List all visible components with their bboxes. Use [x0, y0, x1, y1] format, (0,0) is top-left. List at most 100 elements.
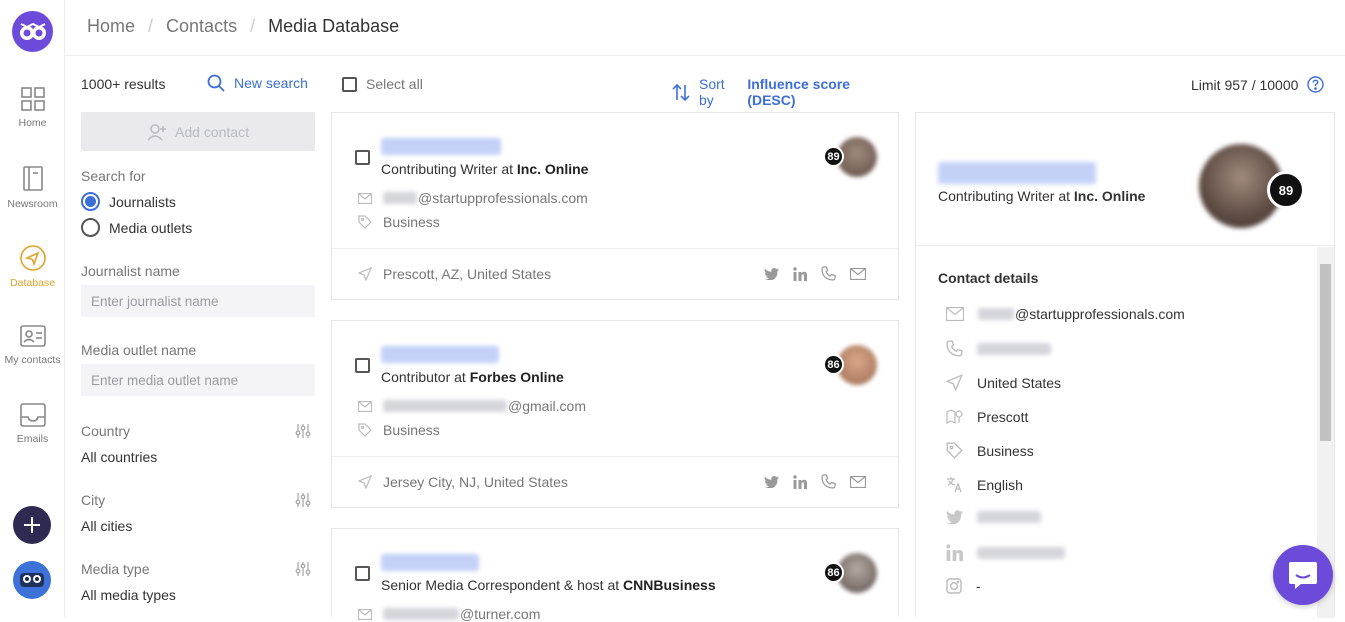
- media-outlet-label: Media outlet name: [81, 342, 197, 358]
- country-value[interactable]: All countries: [81, 449, 157, 465]
- tag-icon: [358, 215, 372, 229]
- nav-item-label: Emails: [16, 433, 49, 445]
- nav-item-home[interactable]: Home: [0, 86, 65, 129]
- detail-city: Prescott: [946, 408, 1028, 425]
- add-button[interactable]: [13, 506, 51, 544]
- city-label: City: [81, 492, 106, 508]
- detail-twitter[interactable]: [946, 510, 1042, 524]
- twitter-icon: [946, 510, 963, 524]
- radio-media-outlets[interactable]: Media outlets: [81, 218, 192, 237]
- contact-role: Contributing Writer at Inc. Online: [381, 161, 589, 177]
- top-bar: Home / Contacts / Media Database: [65, 0, 1345, 56]
- redacted-text: [383, 192, 417, 204]
- scrollbar-thumb[interactable]: [1320, 264, 1331, 441]
- chat-widget-button[interactable]: [1273, 545, 1333, 605]
- mail-icon: [358, 400, 372, 412]
- media-outlet-input[interactable]: [81, 364, 315, 396]
- sort-arrows-icon: [672, 83, 690, 101]
- detail-email[interactable]: @startupprofessionals.com: [946, 306, 1185, 322]
- search-for-label: Search for: [81, 168, 146, 184]
- contact-name-redacted[interactable]: [381, 554, 479, 571]
- contact-card[interactable]: Senior Media Correspondent & host at CNN…: [331, 528, 899, 622]
- filter-settings-icon[interactable]: [295, 561, 311, 577]
- mail-icon[interactable]: [850, 267, 866, 280]
- contact-role: Contributor at Forbes Online: [381, 369, 564, 385]
- inbox-icon: [19, 403, 46, 427]
- detail-role: Contributing Writer at Inc. Online: [938, 188, 1146, 204]
- city-value[interactable]: All cities: [81, 518, 132, 534]
- add-contact-button[interactable]: Add contact: [81, 112, 315, 151]
- nav-item-label: Home: [18, 117, 47, 129]
- radio-journalists[interactable]: Journalists: [81, 192, 176, 211]
- journalist-name-label: Journalist name: [81, 263, 180, 279]
- radio-label: Journalists: [109, 193, 176, 210]
- assistant-bot-icon[interactable]: [13, 561, 51, 599]
- phone-icon[interactable]: [821, 474, 836, 489]
- breadcrumb-home[interactable]: Home: [87, 16, 135, 37]
- phone-icon[interactable]: [821, 266, 836, 281]
- mail-icon: [946, 307, 964, 321]
- owl-logo-icon[interactable]: [12, 11, 53, 52]
- select-all-label: Select all: [366, 76, 423, 92]
- list-header: Select all Sort by Influence score (DESC…: [332, 56, 902, 112]
- card-checkbox[interactable]: [355, 358, 370, 373]
- divider: [332, 456, 898, 457]
- nav-item-emails[interactable]: Emails: [0, 402, 65, 445]
- detail-category: Business: [946, 442, 1034, 459]
- nav-item-my-contacts[interactable]: My contacts: [0, 323, 65, 366]
- contact-email: @startupprofessionals.com: [358, 190, 588, 206]
- detail-phone[interactable]: [946, 340, 1052, 357]
- limit-indicator: Limit 957 / 10000: [1191, 76, 1325, 93]
- tag-icon: [358, 423, 372, 437]
- nav-item-database[interactable]: Database: [0, 244, 65, 289]
- detail-linkedin[interactable]: [946, 544, 1066, 561]
- card-checkbox[interactable]: [355, 566, 370, 581]
- linkedin-icon[interactable]: [793, 266, 807, 281]
- breadcrumb-contacts[interactable]: Contacts: [166, 16, 237, 37]
- help-icon[interactable]: [1307, 76, 1325, 93]
- card-checkbox[interactable]: [355, 150, 370, 165]
- media-type-value[interactable]: All media types: [81, 587, 176, 603]
- contact-name-redacted[interactable]: [381, 346, 499, 363]
- main-nav: Home Newsroom Database My contacts Email…: [0, 0, 65, 617]
- radio-label: Media outlets: [109, 219, 193, 236]
- instagram-icon: [946, 578, 962, 594]
- new-search-button[interactable]: New search: [207, 74, 308, 92]
- sort-button[interactable]: Sort by Influence score (DESC): [672, 76, 902, 108]
- linkedin-icon[interactable]: [793, 474, 807, 489]
- contact-name-redacted[interactable]: [381, 138, 501, 155]
- nav-item-newsroom[interactable]: Newsroom: [0, 165, 65, 210]
- limit-text: Limit 957 / 10000: [1191, 76, 1299, 93]
- redacted-text: [977, 511, 1041, 523]
- contact-email: @gmail.com: [358, 398, 586, 414]
- breadcrumb: Home / Contacts / Media Database: [87, 16, 399, 37]
- page-title: Media Database: [268, 16, 400, 36]
- social-links: [764, 474, 880, 489]
- contact-card[interactable]: Contributor at Forbes Online 86 @gmail.c…: [331, 320, 899, 508]
- breadcrumb-separator: /: [250, 16, 256, 36]
- contact-tag: Business: [358, 422, 440, 438]
- linkedin-icon: [946, 544, 963, 561]
- detail-score-badge: 89: [1267, 171, 1305, 209]
- translate-icon: [947, 477, 962, 493]
- select-all-checkbox[interactable]: Select all: [342, 76, 423, 92]
- redacted-text: [383, 400, 507, 412]
- influence-score-badge: 86: [823, 562, 844, 583]
- journalist-name-input[interactable]: [81, 285, 315, 317]
- breadcrumb-separator: /: [148, 16, 154, 36]
- radio-unchecked-icon: [81, 218, 100, 237]
- tag-icon: [946, 442, 963, 459]
- filter-settings-icon[interactable]: [295, 423, 311, 439]
- location-arrow-icon: [946, 374, 963, 391]
- results-count: 1000+ results: [81, 76, 166, 92]
- detail-language: English: [946, 476, 1023, 493]
- twitter-icon[interactable]: [764, 475, 779, 488]
- mail-icon[interactable]: [850, 475, 866, 488]
- mail-icon: [358, 608, 372, 620]
- twitter-icon[interactable]: [764, 267, 779, 280]
- contact-location: Jersey City, NJ, United States: [358, 474, 568, 490]
- contact-card[interactable]: Contributing Writer at Inc. Online 89 @s…: [331, 112, 899, 300]
- filter-settings-icon[interactable]: [295, 492, 311, 508]
- phone-icon: [946, 340, 963, 357]
- contact-email: @turner.com: [358, 606, 540, 622]
